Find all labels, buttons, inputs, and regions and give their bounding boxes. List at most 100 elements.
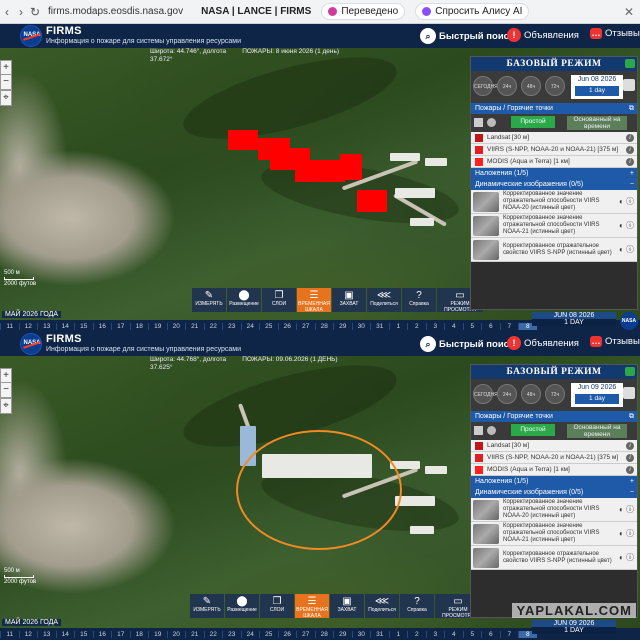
image-layer-snpp[interactable]: Корректированное отражательное свойство … <box>471 546 637 570</box>
overlays-section-header[interactable]: Наложения (1/5) + <box>471 168 637 179</box>
layer-modis[interactable]: MODIS (Аqua и Terra) [1 км] i <box>471 156 637 168</box>
24h-button[interactable]: 24ч <box>497 76 517 96</box>
forward-icon[interactable]: › <box>14 5 28 19</box>
opacity-icon[interactable] <box>487 426 496 435</box>
48h-button[interactable]: 48ч <box>521 384 541 404</box>
timeline-day[interactable]: 4 <box>444 322 463 330</box>
copy-icon[interactable]: ⧉ <box>629 411 634 422</box>
overlays-section-header[interactable]: Наложения (1/5) + <box>471 476 637 487</box>
timeline-day[interactable]: 14 <box>55 322 75 330</box>
timeline-button[interactable]: ☰ ВРЕМЕННАЯ ШКАЛА <box>297 288 331 313</box>
layer-landsat[interactable]: Landsat [30 м] i <box>471 132 637 144</box>
fire-hotspot[interactable] <box>228 130 258 150</box>
timeline-day[interactable]: 16 <box>92 322 112 330</box>
timeline-day[interactable]: 3 <box>425 630 445 638</box>
timeline-day[interactable]: 22 <box>203 322 223 330</box>
opacity-info-icon[interactable]: ◐ ⓘ <box>619 198 634 206</box>
info-icon[interactable]: i <box>626 134 634 142</box>
collapse-icon[interactable]: − <box>630 179 634 190</box>
graduation-cap-icon[interactable] <box>625 367 635 376</box>
today-button[interactable]: СЕГОДНЯ <box>473 76 498 96</box>
timeline-day[interactable]: 11 <box>0 322 19 330</box>
timeline-day[interactable]: 12 <box>18 322 38 330</box>
info-icon[interactable]: i <box>626 158 634 166</box>
image-layer-noaa21[interactable]: Корректированное значение отражательной … <box>471 522 637 546</box>
timeline-day[interactable]: 4 <box>444 630 463 638</box>
timeline-day[interactable]: 7 <box>499 322 519 330</box>
timeline-day[interactable]: 22 <box>203 630 223 638</box>
timeline-day[interactable]: 2 <box>407 322 426 330</box>
image-layer-noaa21[interactable]: Корректированное значение отражательной … <box>471 214 637 238</box>
opacity-info-icon[interactable]: ◐ ⓘ <box>619 530 634 538</box>
image-layer-noaa20[interactable]: Корректированное значение отражательной … <box>471 498 637 522</box>
dynamic-section-header[interactable]: Динамические изображения (0/5) − <box>471 179 637 190</box>
timeline-day[interactable]: 16 <box>92 630 112 638</box>
image-layer-snpp[interactable]: Корректированное отражательное свойство … <box>471 238 637 262</box>
timeline-range[interactable]: 1 DAY <box>532 627 616 634</box>
nasa-logo[interactable]: NASA <box>20 25 42 47</box>
ask-alice-button[interactable]: Спросить Алису AI <box>415 3 530 20</box>
timeline-day[interactable]: 27 <box>296 630 315 638</box>
timeline-day[interactable]: 28 <box>314 630 334 638</box>
share-button[interactable]: ⋘ Поделиться <box>365 594 399 618</box>
graduation-cap-icon[interactable] <box>625 59 635 68</box>
announcements-button[interactable]: ! Объявления <box>507 336 579 350</box>
date-picker[interactable]: Jun 09 2026 1 day <box>571 383 623 407</box>
measure-button[interactable]: ✎ ИЗМЕРЯТЬ <box>192 288 226 312</box>
fire-hotspot[interactable] <box>295 160 345 182</box>
timeline-day[interactable]: 15 <box>74 322 93 330</box>
timeline-day[interactable]: 6 <box>481 630 500 638</box>
help-button[interactable]: ? Справка <box>402 288 436 312</box>
opacity-info-icon[interactable]: ◐ ⓘ <box>619 554 634 562</box>
timeline-day[interactable]: 11 <box>0 630 19 638</box>
location-button[interactable]: ⬤ Размещение <box>227 288 261 312</box>
opacity-info-icon[interactable]: ◐ ⓘ <box>619 222 634 230</box>
info-icon[interactable]: i <box>626 454 634 462</box>
timeline-day[interactable]: 31 <box>370 322 389 330</box>
info-icon[interactable]: i <box>626 146 634 154</box>
check-all-checkbox[interactable] <box>474 426 483 435</box>
timeline-day[interactable]: 20 <box>166 322 186 330</box>
dynamic-section-header[interactable]: Динамические изображения (0/5) − <box>471 487 637 498</box>
layer-landsat[interactable]: Landsat [30 м] i <box>471 440 637 452</box>
opacity-info-icon[interactable]: ◐ ⓘ <box>619 506 634 514</box>
locate-icon[interactable]: ⌖ <box>0 398 12 414</box>
timeline-day[interactable]: 12 <box>18 630 38 638</box>
timeline-day[interactable]: 31 <box>370 630 389 638</box>
tab-simple[interactable]: Простой <box>511 424 555 436</box>
timeline-bar[interactable]: МАЙ 2026 ГОДА 11 12 13 14 15 16 17 18 19 20 21 22 23… <box>0 619 640 640</box>
tab-time-based[interactable]: Основанный на времени <box>567 116 627 130</box>
timeline-date-box[interactable]: JUN 08 2026 1 DAY <box>532 312 616 326</box>
timeline-day[interactable]: 30 <box>351 630 371 638</box>
measure-button[interactable]: ✎ ИЗМЕРЯТЬ <box>190 594 224 618</box>
timeline-day[interactable]: 19 <box>148 630 167 638</box>
layer-viirs[interactable]: VIIRS (S-NPP, NOAA-20 и NOAA-21) [375 м]… <box>471 144 637 156</box>
reload-icon[interactable]: ↻ <box>28 5 42 19</box>
zoom-out-button[interactable]: − <box>0 382 12 398</box>
quick-search-button[interactable]: ⌕ Быстрый поиск <box>420 336 514 352</box>
timeline-bar[interactable]: МАЙ 2026 ГОДА 11 12 13 14 15 16 17 18 19 20 21 22 23… <box>0 311 640 332</box>
timeline-day[interactable]: 14 <box>55 630 75 638</box>
copy-icon[interactable]: ⧉ <box>629 103 634 114</box>
48h-button[interactable]: 48ч <box>521 76 541 96</box>
timeline-day[interactable]: 27 <box>296 322 315 330</box>
expand-icon[interactable]: + <box>630 476 634 487</box>
calendar-icon[interactable] <box>623 79 635 91</box>
timeline-date-box[interactable]: JUN 09 2026 1 DAY <box>532 620 616 634</box>
capture-button[interactable]: ▣ ЗАХВАТ <box>330 594 364 618</box>
timeline-day[interactable]: 21 <box>185 322 204 330</box>
timeline-day[interactable]: 7 <box>499 630 519 638</box>
timeline-button[interactable]: ☰ ВРЕМЕННАЯ ШКАЛА <box>295 594 329 619</box>
timeline-day[interactable]: 13 <box>37 322 56 330</box>
timeline-day[interactable]: 19 <box>148 322 167 330</box>
timeline-day[interactable]: 1 <box>388 322 408 330</box>
check-all-checkbox[interactable] <box>474 118 483 127</box>
info-icon[interactable]: i <box>626 466 634 474</box>
fire-hotspot[interactable] <box>357 190 387 212</box>
range-dropdown[interactable]: 1 day <box>575 394 619 404</box>
timeline-day[interactable]: 13 <box>37 630 56 638</box>
timeline-day[interactable]: 25 <box>259 630 278 638</box>
fires-section-header[interactable]: Пожары / Горячие точки ⧉ <box>471 411 637 422</box>
timeline-day[interactable]: 5 <box>462 630 482 638</box>
share-button[interactable]: ⋘ Поделиться <box>367 288 401 312</box>
